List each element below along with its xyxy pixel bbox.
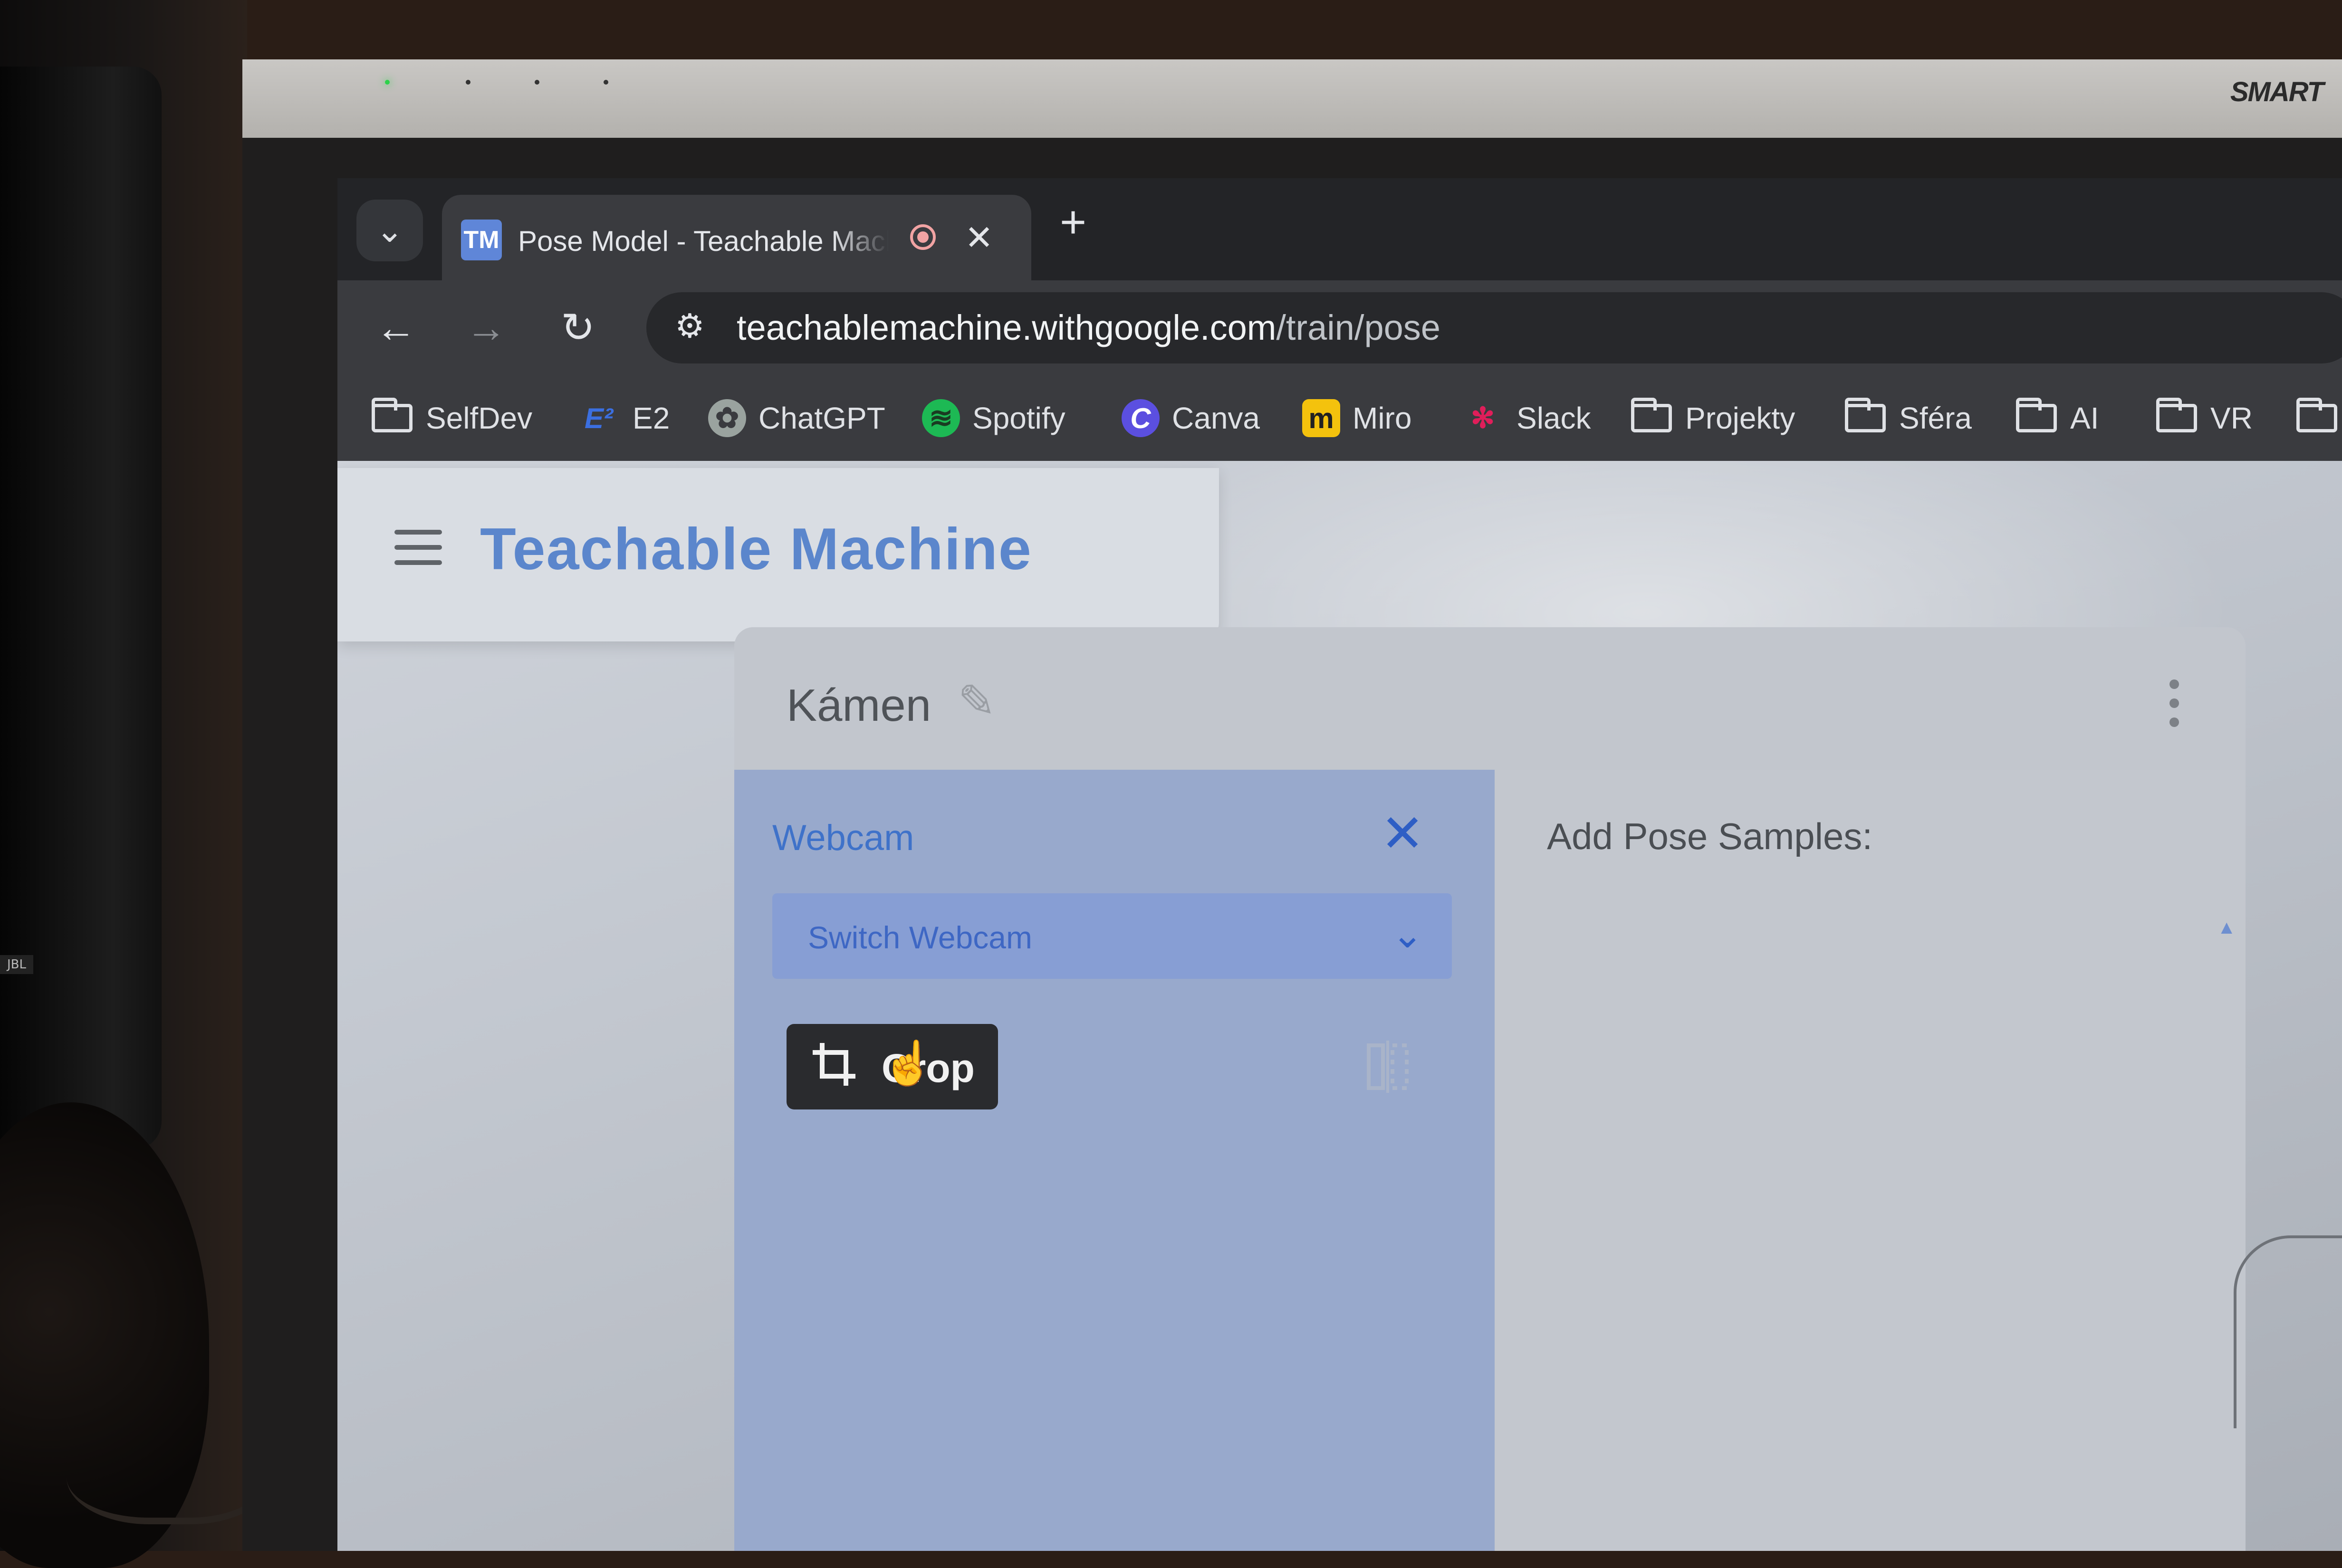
pencil-icon[interactable]: ✎ bbox=[958, 675, 996, 728]
bookmark-e2[interactable]: E² E2 bbox=[577, 394, 670, 442]
url-domain: teachablemachine.withgoogle.com bbox=[737, 308, 1277, 347]
speaker bbox=[0, 67, 162, 1150]
site-settings-icon[interactable]: ⚙ bbox=[675, 306, 705, 345]
canva-logo-icon: C bbox=[1122, 399, 1160, 437]
bookmark-label: VR bbox=[2210, 401, 2253, 435]
webcam-panel: Webcam ✕ Switch Webcam ⌄ Crop ☝ bbox=[734, 770, 1495, 1551]
tab-title: Pose Model - Teachable Machine bbox=[518, 225, 889, 257]
class-card: Kámen ✎ Webcam ✕ Switch Webcam ⌄ Crop ☝ bbox=[734, 627, 2246, 1551]
add-samples-title: Add Pose Samples: bbox=[1547, 815, 1873, 857]
bookmark-projekty[interactable]: Projekty bbox=[1630, 394, 1795, 442]
bookmark-canva[interactable]: C Canva bbox=[1122, 394, 1260, 442]
chatgpt-logo-icon: ✿ bbox=[708, 399, 746, 437]
chevron-down-icon: ⌄ bbox=[1391, 913, 1423, 956]
bookmark-label: AI bbox=[2070, 401, 2099, 435]
cable bbox=[2234, 1235, 2342, 1428]
hamburger-menu-icon[interactable] bbox=[394, 530, 442, 568]
bookmark-spotify[interactable]: ≋ Spotify bbox=[922, 394, 1065, 442]
bookmarks-bar: SelfDev E² E2 ✿ ChatGPT ≋ Spotify C Canv… bbox=[337, 375, 2342, 461]
slack-logo-icon: ✻ bbox=[1470, 402, 1495, 434]
back-arrow-icon[interactable]: ← bbox=[375, 302, 416, 354]
tv-sensor bbox=[604, 80, 608, 85]
bookmark-vr[interactable]: VR bbox=[2155, 394, 2253, 442]
bookmark-chatgpt[interactable]: ✿ ChatGPT bbox=[708, 394, 885, 442]
forward-arrow-icon[interactable]: → bbox=[466, 302, 507, 354]
tv-sensor bbox=[535, 80, 539, 85]
switch-webcam-select[interactable]: Switch Webcam ⌄ bbox=[772, 893, 1452, 979]
bookmark-label: Spotify bbox=[972, 401, 1065, 435]
tv-brand-logo: SMART bbox=[2230, 76, 2324, 107]
recording-icon bbox=[910, 224, 936, 250]
crop-icon bbox=[813, 1043, 855, 1086]
hand-cursor-icon: ☝ bbox=[882, 1040, 935, 1087]
miro-logo-icon: m bbox=[1302, 399, 1340, 437]
new-tab-plus-icon[interactable]: + bbox=[1060, 200, 1086, 245]
mirror-flip-icon[interactable] bbox=[1364, 1038, 1411, 1095]
reload-icon[interactable]: ↻ bbox=[561, 302, 595, 354]
folder-icon bbox=[2016, 398, 2057, 432]
crop-button[interactable]: Crop ☝ bbox=[787, 1024, 998, 1109]
tab-bar: ⌄ TM Pose Model - Teachable Machine ✕ + bbox=[337, 178, 2342, 280]
tv-status-led bbox=[385, 80, 390, 85]
switch-webcam-label: Switch Webcam bbox=[808, 920, 1032, 955]
class-card-header: Kámen ✎ bbox=[734, 627, 2246, 771]
person-glasses bbox=[67, 1406, 273, 1524]
bookmark-label: E2 bbox=[633, 401, 670, 435]
bookmark-selfdev[interactable]: SelfDev bbox=[371, 394, 532, 442]
app-title: Teachable Machine bbox=[480, 516, 1032, 582]
close-icon[interactable]: ✕ bbox=[1381, 808, 1424, 860]
bookmark-label: ChatGPT bbox=[758, 401, 885, 435]
teachable-machine-favicon-icon: TM bbox=[461, 220, 502, 260]
page-content: Teachable Machine Kámen ✎ Webcam ✕ Switc… bbox=[337, 461, 2342, 1551]
bookmark-slack[interactable]: ✻ Slack bbox=[1461, 394, 1591, 442]
bookmark-more-folder[interactable] bbox=[2295, 394, 2338, 442]
pose-samples-panel: Add Pose Samples: ▲ bbox=[1495, 770, 2246, 1551]
url-path: /train/pose bbox=[1276, 308, 1440, 347]
bookmark-label: SelfDev bbox=[426, 401, 533, 435]
folder-icon bbox=[372, 398, 413, 432]
webcam-label: Webcam bbox=[772, 818, 914, 858]
bookmark-ai[interactable]: AI bbox=[2015, 394, 2099, 442]
bookmark-label: Miro bbox=[1353, 401, 1412, 435]
e2-logo-icon: E² bbox=[585, 402, 613, 434]
tv-sensor bbox=[466, 80, 470, 85]
folder-icon bbox=[2156, 398, 2197, 432]
url-text[interactable]: teachablemachine.withgoogle.com/train/po… bbox=[737, 306, 1440, 349]
folder-icon bbox=[1631, 398, 1672, 432]
folder-icon bbox=[2296, 398, 2337, 432]
app-header: Teachable Machine bbox=[337, 468, 1219, 641]
folder-icon bbox=[1845, 398, 1886, 432]
bookmark-miro[interactable]: m Miro bbox=[1302, 394, 1411, 442]
class-name[interactable]: Kámen bbox=[787, 679, 931, 732]
tab-search-button[interactable]: ⌄ bbox=[356, 200, 423, 261]
scroll-indicator-icon[interactable]: ▲ bbox=[2217, 917, 2236, 938]
more-options-icon[interactable] bbox=[2169, 679, 2179, 727]
bookmark-label: Projekty bbox=[1685, 401, 1795, 435]
address-bar[interactable]: ⚙ teachablemachine.withgoogle.com/train/… bbox=[646, 292, 2342, 363]
bookmark-label: Slack bbox=[1517, 401, 1591, 435]
screen: ⌄ TM Pose Model - Teachable Machine ✕ + … bbox=[337, 178, 2342, 1551]
tv-top-bar bbox=[242, 59, 2342, 138]
bookmark-sfera[interactable]: Sféra bbox=[1844, 394, 1972, 442]
bookmark-label: Sféra bbox=[1899, 401, 1972, 435]
browser-tab[interactable]: TM Pose Model - Teachable Machine ✕ bbox=[442, 195, 1031, 280]
browser-toolbar: ← → ↻ ⚙ teachablemachine.withgoogle.com/… bbox=[337, 280, 2342, 375]
speaker-logo: JBL bbox=[0, 955, 33, 974]
bookmark-label: Canva bbox=[1172, 401, 1260, 435]
tab-close-icon[interactable]: ✕ bbox=[965, 218, 993, 258]
spotify-logo-icon: ≋ bbox=[922, 399, 960, 437]
